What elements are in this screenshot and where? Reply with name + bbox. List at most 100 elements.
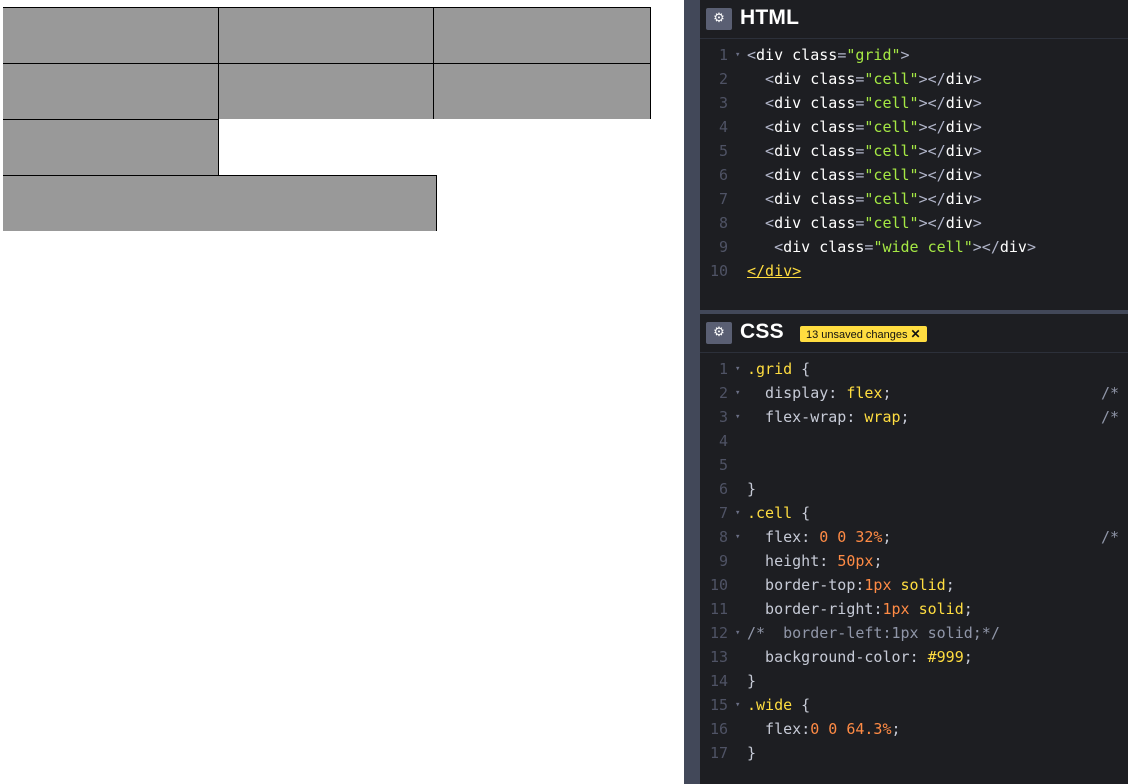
editor-column: ⚙ HTML 1 ▾ <div class="grid"> 2 <div class=… [700,0,1128,784]
line-number: 13 [709,648,728,666]
code-token: > [972,166,982,184]
code-text: <div class="cell"></div> [747,91,982,115]
code-token: : [909,648,928,666]
line-number: 7 [718,190,728,208]
code-token: < [747,94,775,112]
line-number: 5 [718,142,728,160]
code-token: flex [846,384,883,402]
code-token: .wide [747,696,793,714]
fold-arrow-icon[interactable]: ▾ [735,357,740,381]
code-line[interactable]: 7 ▾ .cell { [700,501,1128,525]
code-token: wrap [864,408,901,426]
trailing-comment: /* [1101,408,1120,426]
code-line[interactable]: 4 [700,429,1128,453]
code-line[interactable]: 7 <div class="cell"></div> [700,187,1128,211]
fold-arrow-icon[interactable]: ▾ [735,501,740,525]
code-text: <div class="cell"></div> [747,67,982,91]
code-token: < [747,142,775,160]
resize-handle[interactable] [684,0,700,784]
code-token: > [900,46,910,64]
code-token: div [774,70,811,88]
code-token: > [972,70,982,88]
code-token: > [972,190,982,208]
code-token: "grid" [846,46,901,64]
fold-arrow-icon[interactable]: ▾ [735,405,740,429]
gear-icon[interactable]: ⚙ [706,8,732,30]
fold-arrow-icon[interactable]: ▾ [735,381,740,405]
line-number: 16 [709,720,728,738]
code-token: class [810,190,856,208]
code-line[interactable]: 6 <div class="cell"></div> [700,163,1128,187]
code-text: flex:0 0 64.3%; [747,717,901,741]
code-token: { [792,696,811,714]
line-number: 8 [718,214,728,232]
code-token: > [972,214,982,232]
fold-arrow-icon[interactable]: ▾ [735,621,740,645]
code-text: flex: 0 0 32%; [747,525,891,549]
code-line[interactable]: 1 ▾ .grid { [700,357,1128,381]
code-line[interactable]: 10 border-top:1px solid; [700,573,1128,597]
line-number: 9 [718,238,728,256]
code-line[interactable]: 5 [700,453,1128,477]
code-text: </div> [747,259,801,283]
line-number: 2 [718,70,728,88]
code-token: } [747,480,757,498]
line-number: 17 [709,744,728,762]
code-token: class [810,142,856,160]
code-token: background-color [747,648,910,666]
css-code-area[interactable]: 1 ▾ .grid {2 ▾ display: flex;/* 3 ▾ flex-wrap… [700,357,1128,765]
code-line[interactable]: 10 </div> [700,259,1128,283]
code-line[interactable]: 12 ▾ /* border-left:1px solid;*/ [700,621,1128,645]
code-token: } [747,672,757,690]
unsaved-changes-badge[interactable]: 13 unsaved changes ✕ [800,326,927,342]
code-token: ; [882,384,892,402]
code-token: < [747,118,775,136]
code-line[interactable]: 1 ▾ <div class="grid"> [700,43,1128,67]
code-token: ></ [918,166,946,184]
code-line[interactable]: 6} [700,477,1128,501]
code-token: .cell [747,504,793,522]
code-token: ></ [918,70,946,88]
fold-arrow-icon[interactable]: ▾ [735,525,740,549]
close-icon[interactable]: ✕ [911,327,921,341]
code-line[interactable]: 11 border-right:1px solid; [700,597,1128,621]
code-token: class [792,46,838,64]
code-token: ; [891,720,901,738]
code-line[interactable]: 16 flex:0 0 64.3%; [700,717,1128,741]
code-line[interactable]: 4 <div class="cell"></div> [700,115,1128,139]
line-number: 6 [718,480,728,498]
code-token: ; [873,552,883,570]
code-line[interactable]: 3 ▾ flex-wrap: wrap; /* [700,405,1128,429]
gear-icon[interactable]: ⚙ [706,322,732,344]
code-line[interactable]: 15 ▾ .wide { [700,693,1128,717]
code-token: div [774,214,811,232]
code-token: > [972,142,982,160]
code-token: < [747,166,775,184]
fold-arrow-icon[interactable]: ▾ [735,43,740,67]
code-token: = [837,46,847,64]
code-line[interactable]: 17} [700,741,1128,765]
code-token: 1px [864,576,901,594]
code-line[interactable]: 2 ▾ display: flex; /* [700,381,1128,405]
code-token: "cell" [864,142,919,160]
code-line[interactable]: 5 <div class="cell"></div> [700,139,1128,163]
code-token: "cell" [864,118,919,136]
code-line[interactable]: 9 <div class="wide cell"></div> [700,235,1128,259]
code-line[interactable]: 8 <div class="cell"></div> [700,211,1128,235]
line-number: 5 [718,456,728,474]
code-line[interactable]: 14} [700,669,1128,693]
code-token: div [774,190,811,208]
code-token: < [747,70,775,88]
code-line[interactable]: 2 <div class="cell"></div> [700,67,1128,91]
code-line[interactable]: 13 background-color: #999; [700,645,1128,669]
code-token: 1px [882,600,919,618]
code-token: : [801,720,811,738]
code-text: .grid { [747,357,810,381]
code-line[interactable]: 3 <div class="cell"></div> [700,91,1128,115]
html-code-area[interactable]: 1 ▾ <div class="grid"> 2 <div class="cell">… [700,43,1128,283]
code-token: div [945,142,973,160]
code-line[interactable]: 9 height: 50px; [700,549,1128,573]
unsaved-changes-label: 13 unsaved changes [806,329,908,341]
code-line[interactable]: 8 ▾ flex: 0 0 32%; /* [700,525,1128,549]
fold-arrow-icon[interactable]: ▾ [735,693,740,717]
